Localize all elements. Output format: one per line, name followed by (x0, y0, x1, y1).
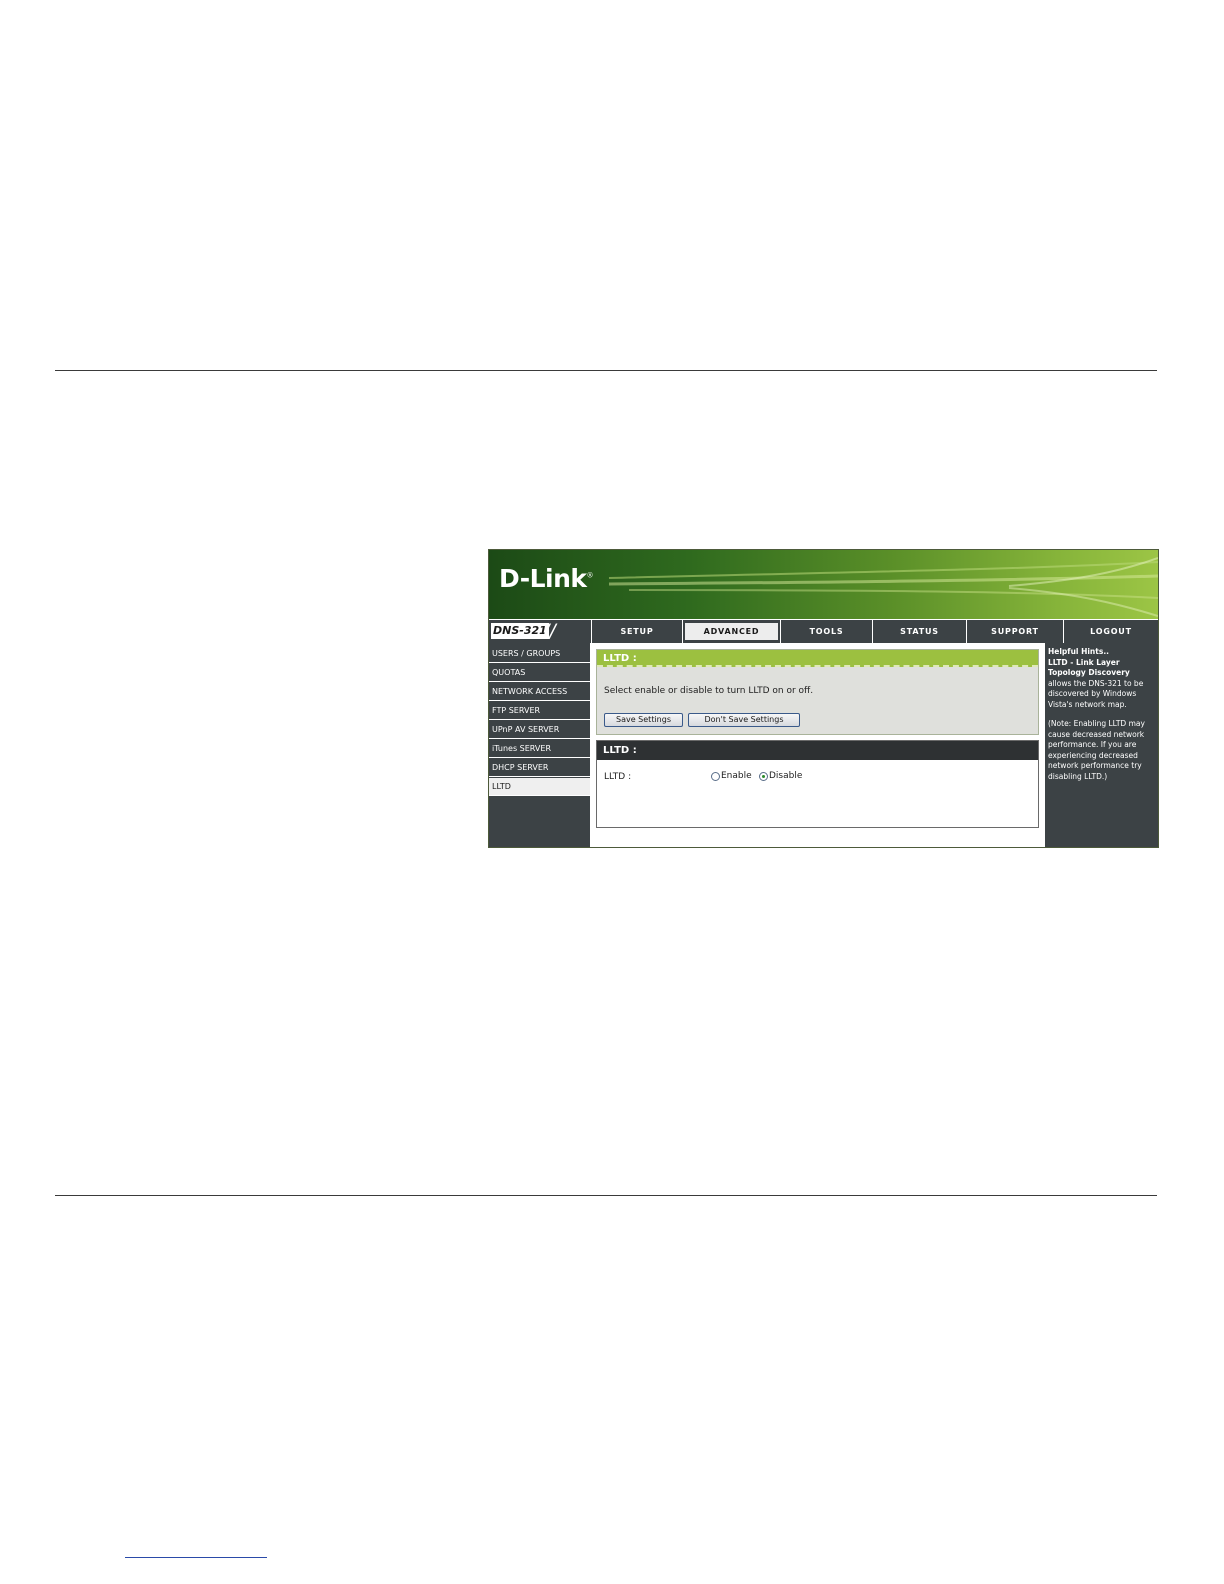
tab-logout-label: LOGOUT (1090, 627, 1132, 636)
router-ui-screenshot: D-Link® DNS-321 // SETUP ADVANCED TOOLS … (488, 549, 1159, 848)
top-nav: DNS-321 // SETUP ADVANCED TOOLS STATUS S… (489, 620, 1158, 643)
sidebar-item-quotas[interactable]: QUOTAS (489, 664, 590, 682)
sidebar-item-network-access[interactable]: NETWORK ACCESS (489, 683, 590, 701)
disable-radio-label[interactable]: Disable (769, 771, 802, 781)
brand-banner: D-Link® (489, 550, 1158, 619)
sidebar-item-ftp-server[interactable]: FTP SERVER (489, 702, 590, 720)
hints-heading: Helpful Hints.. (1048, 647, 1110, 656)
bottom-rule (55, 1195, 1157, 1196)
tab-advanced-label: ADVANCED (685, 623, 778, 640)
panel1-description: Select enable or disable to turn LLTD on… (604, 686, 814, 696)
sidebar-item-lltd[interactable]: LLTD (489, 778, 590, 796)
tab-setup[interactable]: SETUP (591, 620, 682, 643)
lltd-intro-panel: LLTD : Select enable or disable to turn … (596, 649, 1039, 735)
panel1-title: LLTD : (597, 650, 1038, 667)
sidebar-item-users-groups[interactable]: USERS / GROUPS (489, 645, 590, 663)
main-content: LLTD : Select enable or disable to turn … (591, 643, 1044, 847)
sidebar: USERS / GROUPS QUOTAS NETWORK ACCESS FTP… (489, 643, 590, 847)
sidebar-item-itunes-server[interactable]: iTunes SERVER (489, 740, 590, 758)
tab-setup-label: SETUP (620, 627, 654, 636)
tab-status-label: STATUS (900, 627, 939, 636)
helpful-hints-panel: Helpful Hints.. LLTD - Link Layer Topolo… (1045, 643, 1158, 847)
hints-note: (Note: Enabling LLTD may cause decreased… (1048, 719, 1145, 781)
model-badge: DNS-321 // (489, 620, 591, 643)
top-rule (55, 370, 1157, 371)
footer-link-underline (125, 1557, 267, 1558)
tab-support-label: SUPPORT (991, 627, 1039, 636)
slash-decoration: // (543, 620, 556, 642)
tab-tools-label: TOOLS (809, 627, 844, 636)
tab-tools[interactable]: TOOLS (780, 620, 872, 643)
dont-save-settings-button[interactable]: Don't Save Settings (688, 713, 800, 727)
enable-radio-label[interactable]: Enable (721, 771, 752, 781)
model-name: DNS-321 (491, 623, 549, 639)
hints-subheading: LLTD - Link Layer Topology Discovery (1048, 657, 1130, 678)
enable-radio[interactable] (711, 772, 720, 781)
lltd-settings-panel: LLTD : LLTD : Enable Disable (596, 740, 1039, 828)
disable-radio[interactable] (759, 772, 768, 781)
logo-text: D-Link (499, 564, 587, 593)
hints-body: allows the DNS-321 to be discovered by W… (1048, 678, 1144, 709)
tab-status[interactable]: STATUS (872, 620, 966, 643)
save-settings-button[interactable]: Save Settings (604, 713, 683, 727)
panel2-title: LLTD : (597, 741, 1038, 760)
tab-support[interactable]: SUPPORT (966, 620, 1063, 643)
tab-logout[interactable]: LOGOUT (1063, 620, 1158, 643)
dlink-logo: D-Link® (499, 564, 593, 593)
lltd-field-label: LLTD : (604, 772, 632, 782)
tab-advanced[interactable]: ADVANCED (682, 620, 780, 643)
sidebar-item-upnp-av-server[interactable]: UPnP AV SERVER (489, 721, 590, 739)
sidebar-item-dhcp-server[interactable]: DHCP SERVER (489, 759, 590, 777)
registered-mark: ® (586, 571, 594, 580)
